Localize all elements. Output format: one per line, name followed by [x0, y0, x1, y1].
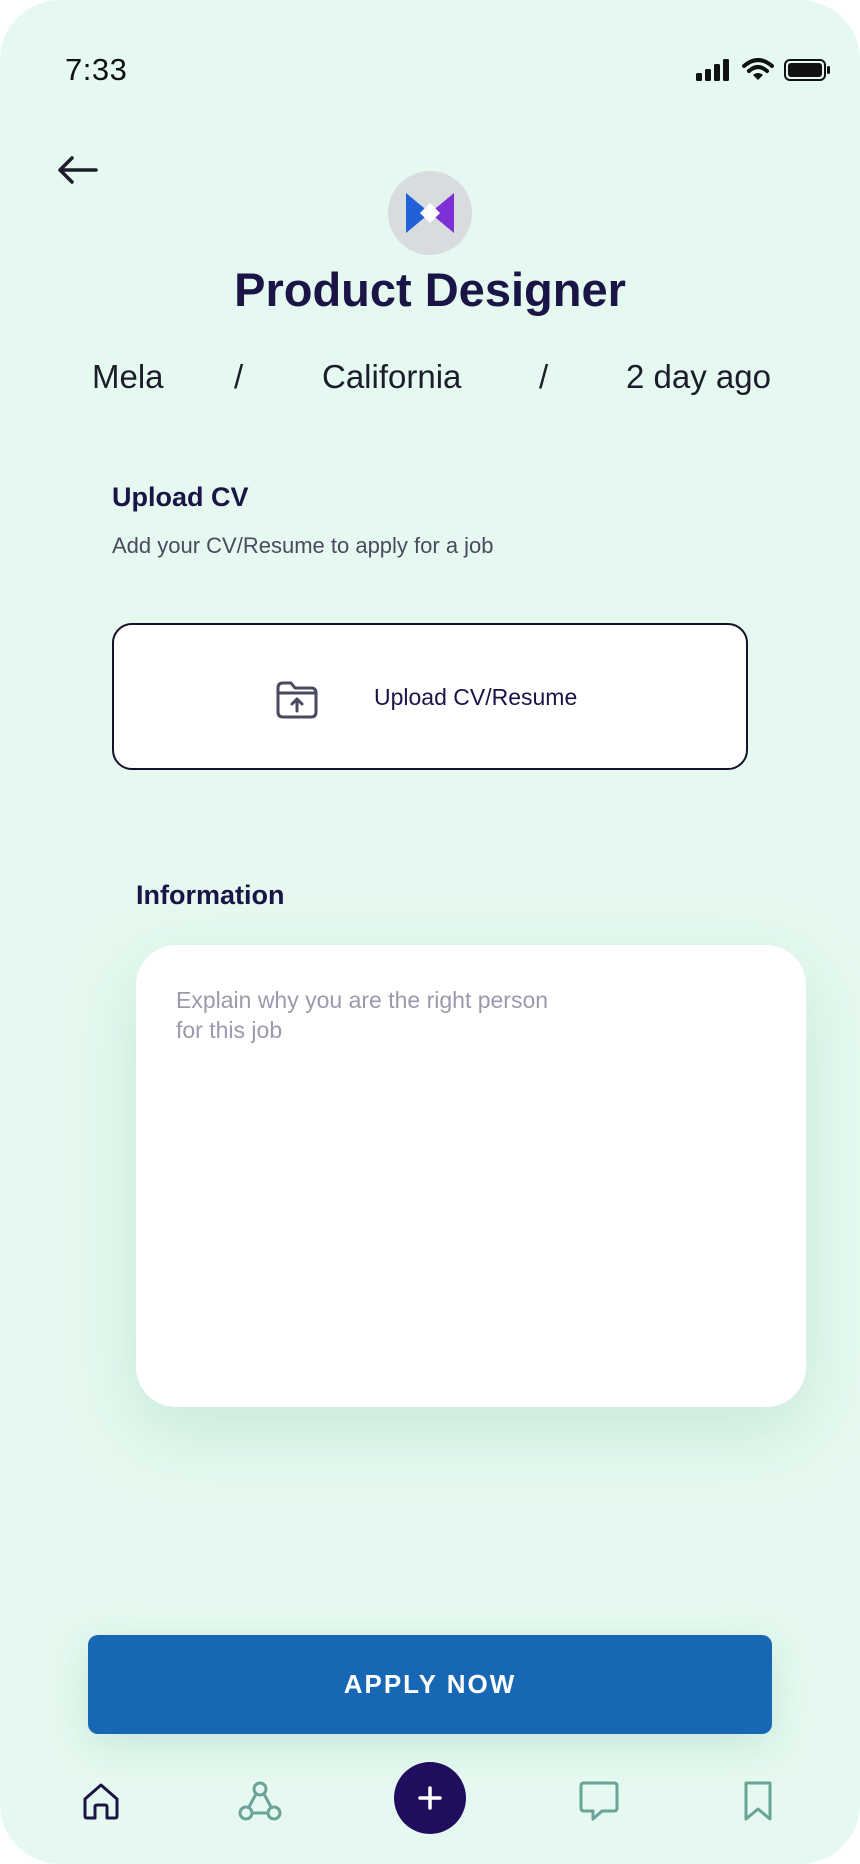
- upload-cv-heading: Upload CV: [112, 482, 249, 512]
- wifi-icon: [742, 58, 774, 87]
- nav-network[interactable]: [235, 1776, 285, 1826]
- status-icons: [696, 58, 832, 87]
- back-button[interactable]: [52, 150, 102, 190]
- posted-date: 2 day ago: [626, 358, 771, 395]
- upload-cv-button[interactable]: Upload CV/Resume: [112, 623, 748, 770]
- phone-screen: 7:33 Product Designer Mela / California …: [0, 0, 860, 1864]
- folder-upload-icon: [274, 680, 320, 720]
- chat-icon: [579, 1781, 619, 1821]
- information-textarea[interactable]: [176, 985, 616, 1365]
- bookmark-icon: [744, 1781, 772, 1821]
- nav-home[interactable]: [76, 1776, 126, 1826]
- apply-now-button[interactable]: APPLY NOW: [88, 1635, 772, 1734]
- arrow-left-icon: [58, 156, 98, 184]
- network-icon: [238, 1781, 282, 1821]
- nav-chat[interactable]: [574, 1776, 624, 1826]
- job-title: Product Designer: [234, 263, 626, 316]
- meta-separator: /: [539, 358, 549, 395]
- upload-cv-label: Upload CV/Resume: [374, 684, 578, 710]
- upload-cv-subtitle: Add your CV/Resume to apply for a job: [112, 533, 494, 558]
- nav-add-button[interactable]: [394, 1762, 466, 1834]
- meta-separator: /: [234, 358, 244, 395]
- job-location: California: [322, 358, 462, 395]
- information-heading: Information: [136, 880, 285, 910]
- battery-icon: [784, 58, 832, 87]
- plus-icon: [418, 1786, 442, 1810]
- company-logo: [388, 171, 472, 255]
- company-name: Mela: [92, 358, 164, 395]
- nav-bookmark[interactable]: [733, 1776, 783, 1826]
- information-card: [136, 945, 806, 1407]
- home-icon: [83, 1783, 119, 1820]
- status-time: 7:33: [65, 52, 128, 87]
- cellular-signal-icon: [696, 59, 732, 86]
